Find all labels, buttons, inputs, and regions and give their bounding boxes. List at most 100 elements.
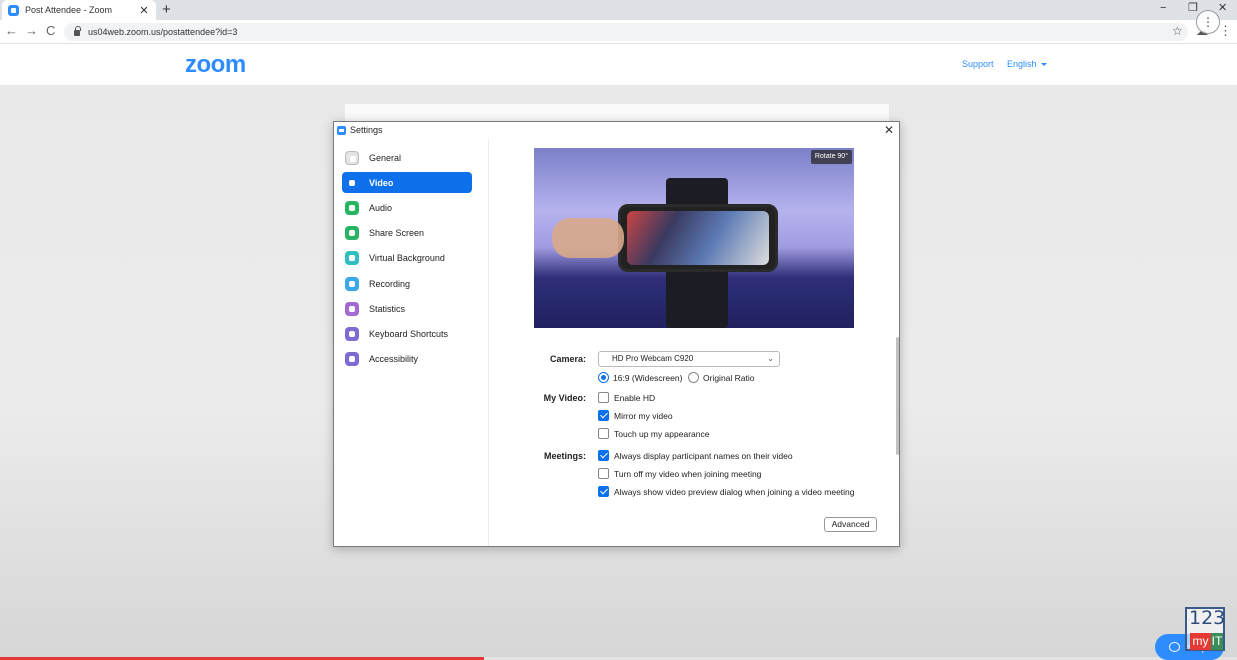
mirror-video-option[interactable]: Mirror my video <box>598 410 673 421</box>
language-dropdown[interactable]: English <box>1007 59 1047 69</box>
display-names-option[interactable]: Always display participant names on thei… <box>598 450 793 461</box>
turn-off-video-option[interactable]: Turn off my video when joining meeting <box>598 468 761 479</box>
chat-bubble-icon <box>1169 642 1180 653</box>
url-field[interactable]: us04web.zoom.us/postattendee?id=3 <box>64 23 1188 41</box>
radio-button[interactable] <box>688 372 699 383</box>
sidebar-item-share-screen[interactable]: Share Screen <box>342 222 472 243</box>
zoom-favicon-icon <box>8 4 19 16</box>
enable-hd-label: Enable HD <box>614 392 656 403</box>
dialog-title: Settings <box>350 125 383 135</box>
meetings-label: Meetings: <box>543 451 586 461</box>
sidebar-item-general[interactable]: General <box>342 147 472 168</box>
display-names-label: Always display participant names on thei… <box>614 450 793 461</box>
new-tab-button[interactable]: + <box>162 1 171 18</box>
logo-number: 123 <box>1189 607 1226 629</box>
audio-icon <box>345 200 359 215</box>
preview-phone <box>618 204 778 272</box>
support-link[interactable]: Support <box>962 59 994 69</box>
camera-preview: Rotate 90° <box>534 148 854 328</box>
video-preview-dialog-label: Always show video preview dialog when jo… <box>614 486 855 497</box>
ratio-original-option[interactable]: Original Ratio <box>688 372 755 383</box>
camera-select-value: HD Pro Webcam C920 <box>612 354 694 363</box>
browser-tab-bar: Post Attendee - Zoom ✕ + − ❐ ✕ <box>0 0 1237 20</box>
lock-icon <box>74 26 81 36</box>
sidebar-item-audio[interactable]: Audio <box>342 197 472 218</box>
touch-up-option[interactable]: Touch up my appearance <box>598 428 709 439</box>
tab-close-icon[interactable]: ✕ <box>138 4 150 17</box>
logo-it: IT <box>1211 633 1223 650</box>
address-bar-row: ← → C us04web.zoom.us/postattendee?id=3 … <box>0 20 1237 44</box>
ratio-original-label: Original Ratio <box>703 372 755 383</box>
dialog-titlebar[interactable]: Settings ✕ <box>334 122 899 139</box>
enable-hd-option[interactable]: Enable HD <box>598 392 655 403</box>
close-window-icon[interactable]: ✕ <box>1218 0 1227 18</box>
dialog-close-icon[interactable]: ✕ <box>884 123 894 137</box>
camera-select[interactable]: HD Pro Webcam C920 ⌄ <box>598 351 780 367</box>
camera-label: Camera: <box>549 354 586 364</box>
preview-screen <box>627 211 769 265</box>
zoom-logo[interactable]: zoom <box>185 51 246 79</box>
ratio-widescreen-label: 16:9 (Widescreen) <box>613 372 683 383</box>
bookmark-star-icon[interactable]: ☆ <box>1172 24 1183 38</box>
browser-tab[interactable]: Post Attendee - Zoom ✕ <box>2 0 156 20</box>
sidebar-item-accessibility[interactable]: Accessibility <box>342 348 472 369</box>
more-options-icon[interactable]: ⋮ <box>1196 10 1220 34</box>
statistics-icon <box>345 301 359 316</box>
general-icon <box>345 150 359 165</box>
forward-icon[interactable]: → <box>25 23 38 38</box>
sidebar-item-video[interactable]: Video <box>342 172 472 193</box>
sidebar-item-label: Share Screen <box>369 227 425 238</box>
sidebar-item-label: General <box>369 152 402 163</box>
share-screen-icon <box>345 225 359 240</box>
rotate-button[interactable]: Rotate 90° <box>810 150 852 164</box>
restore-icon[interactable]: ❐ <box>1188 0 1198 18</box>
preview-hand <box>552 218 624 258</box>
turn-off-video-label: Turn off my video when joining meeting <box>614 468 762 479</box>
mirror-video-label: Mirror my video <box>614 410 673 421</box>
sidebar-item-label: Recording <box>369 278 411 289</box>
sidebar-item-virtual-background[interactable]: Virtual Background <box>342 247 472 268</box>
settings-sidebar: General Video Audio Share Screen Virtual… <box>334 139 489 546</box>
browser-menu-icon[interactable]: ⋮ <box>1219 23 1232 39</box>
sidebar-item-label: Accessibility <box>369 353 419 364</box>
back-icon[interactable]: ← <box>5 23 18 38</box>
logo-my: my <box>1190 633 1211 650</box>
sidebar-item-recording[interactable]: Recording <box>342 273 472 294</box>
checkbox[interactable] <box>598 486 609 497</box>
channel-logo: 123 my IT <box>1185 607 1225 651</box>
checkbox[interactable] <box>598 410 609 421</box>
advanced-button[interactable]: Advanced <box>824 517 877 532</box>
accessibility-icon <box>345 351 359 366</box>
content-scrollbar[interactable] <box>896 337 899 455</box>
language-label: English <box>1007 59 1037 69</box>
reload-icon[interactable]: C <box>46 23 55 38</box>
checkbox[interactable] <box>598 468 609 479</box>
my-video-label: My Video: <box>543 393 586 403</box>
video-icon <box>345 176 359 190</box>
sidebar-item-label: Keyboard Shortcuts <box>369 328 449 339</box>
zoom-site-header: zoom Support English <box>0 44 1237 86</box>
sidebar-item-label: Audio <box>369 202 393 213</box>
chevron-down-icon <box>1040 63 1047 67</box>
ratio-widescreen-option[interactable]: 16:9 (Widescreen) <box>598 372 682 383</box>
zoom-app-icon <box>337 126 346 135</box>
sidebar-item-label: Statistics <box>369 303 406 314</box>
checkbox[interactable] <box>598 450 609 461</box>
minimize-icon[interactable]: − <box>1160 0 1166 18</box>
video-settings-panel: Rotate 90° Camera: HD Pro Webcam C920 ⌄ … <box>490 139 899 546</box>
touch-up-label: Touch up my appearance <box>614 428 710 439</box>
radio-button[interactable] <box>598 372 609 383</box>
url-text: us04web.zoom.us/postattendee?id=3 <box>88 27 238 37</box>
sidebar-item-keyboard-shortcuts[interactable]: Keyboard Shortcuts <box>342 323 472 344</box>
virtual-background-icon <box>345 250 359 265</box>
keyboard-icon <box>345 326 359 341</box>
sidebar-item-label: Video <box>369 177 394 188</box>
sidebar-item-label: Virtual Background <box>369 252 445 263</box>
video-preview-dialog-option[interactable]: Always show video preview dialog when jo… <box>598 486 855 497</box>
checkbox[interactable] <box>598 392 609 403</box>
settings-dialog: Settings ✕ General Video Audio Share Scr… <box>333 121 900 547</box>
chevron-down-icon: ⌄ <box>767 354 774 363</box>
tab-title: Post Attendee - Zoom <box>25 5 113 15</box>
checkbox[interactable] <box>598 428 609 439</box>
sidebar-item-statistics[interactable]: Statistics <box>342 298 472 319</box>
